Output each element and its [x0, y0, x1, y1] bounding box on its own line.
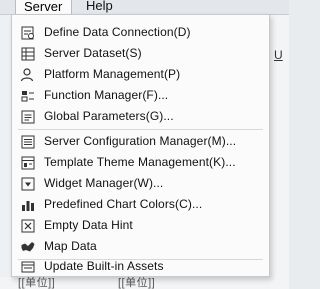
menu-item-empty-data-hint[interactable]: Empty Data Hint [12, 216, 269, 235]
menu-item-map-data[interactable]: Map Data [12, 237, 269, 256]
menu-server[interactable]: Server [15, 0, 72, 14]
menu-item-label: Function Manager(F)... [44, 88, 169, 102]
background-underline-button-icon[interactable]: U [274, 48, 283, 62]
server-dropdown-menu: Define Data Connection(D) Server Dataset… [11, 14, 270, 277]
menu-item-label: Empty Data Hint [44, 218, 133, 232]
menu-item-label: Global Parameters(G)... [44, 109, 174, 123]
menu-item-label: Update Built-in Assets [44, 259, 164, 273]
background-cell-text: [[单位]] [18, 277, 56, 289]
menu-item-define-data-connection[interactable]: Define Data Connection(D) [12, 23, 269, 42]
chart-colors-icon [22, 201, 34, 211]
menu-item-global-parameters[interactable]: Global Parameters(G)... [12, 107, 269, 126]
menu-item-server-configuration-manager[interactable]: Server Configuration Manager(M)... [12, 132, 269, 151]
map-data-icon [21, 242, 35, 252]
menu-help[interactable]: Help [78, 0, 128, 14]
menu-item-template-theme-management[interactable]: Template Theme Management(K)... [12, 153, 269, 172]
platform-management-icon [20, 68, 34, 82]
data-connection-icon [21, 26, 34, 40]
menu-item-label: Server Configuration Manager(M)... [44, 134, 237, 148]
empty-data-hint-icon [21, 219, 35, 233]
menu-item-server-dataset[interactable]: Server Dataset(S) [12, 44, 269, 63]
function-manager-icon [21, 91, 34, 102]
menu-item-label: Map Data [44, 239, 97, 253]
menu-item-widget-manager[interactable]: Widget Manager(W)... [12, 174, 269, 193]
background-cell-text: [[单位]] [118, 277, 156, 289]
widget-manager-icon [21, 177, 35, 191]
menu-item-label: Predefined Chart Colors(C)... [44, 197, 203, 211]
menu-item-predefined-chart-colors[interactable]: Predefined Chart Colors(C)... [12, 195, 269, 214]
menu-item-label: Template Theme Management(K)... [44, 155, 236, 169]
menu-item-function-manager[interactable]: Function Manager(F)... [12, 86, 269, 105]
background-left-panel [0, 14, 11, 289]
menu-item-label: Server Dataset(S) [44, 46, 142, 60]
server-configuration-icon [21, 135, 35, 149]
menu-separator [18, 129, 263, 130]
menu-item-platform-management[interactable]: Platform Management(P) [12, 65, 269, 84]
menu-item-label: Widget Manager(W)... [44, 176, 164, 190]
server-dataset-icon [21, 47, 35, 61]
menu-item-update-built-in-assets[interactable]: Update Built-in Assets [12, 257, 269, 276]
menu-item-label: Define Data Connection(D) [44, 25, 191, 39]
global-parameters-icon [21, 110, 35, 124]
template-theme-icon [21, 156, 35, 170]
menu-item-label: Platform Management(P) [44, 67, 181, 81]
menu-bar: Server Help [0, 0, 289, 15]
update-assets-icon [21, 261, 35, 273]
